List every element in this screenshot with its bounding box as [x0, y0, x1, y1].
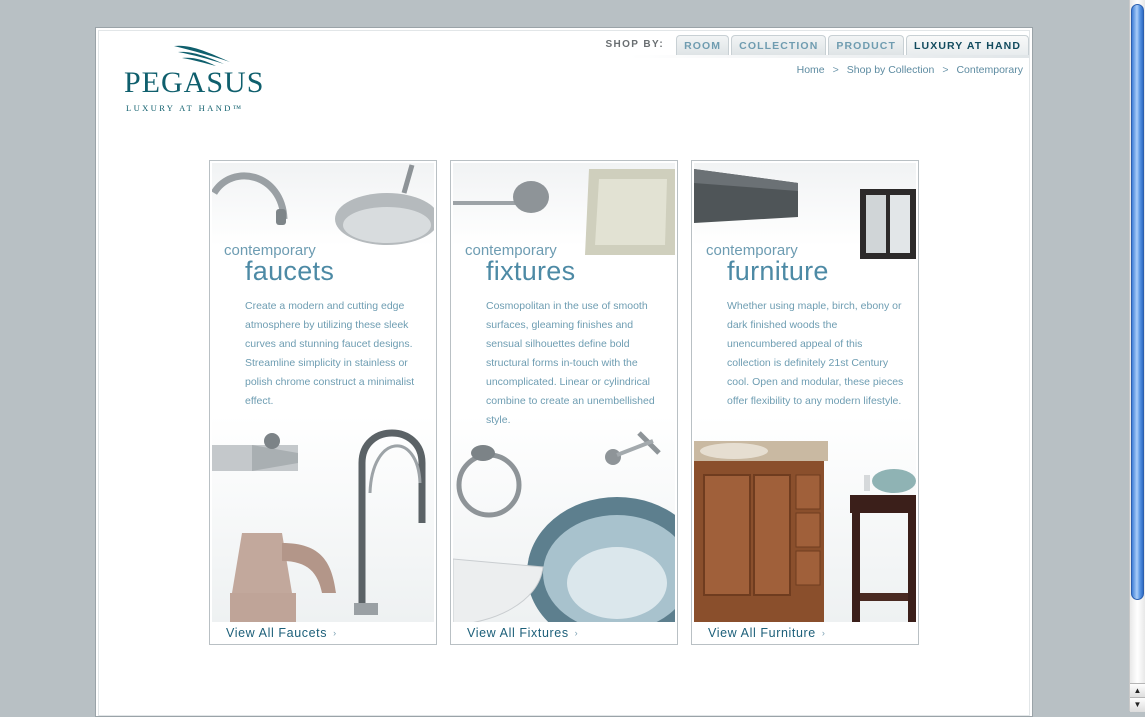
card-title: fixtures	[486, 256, 576, 286]
nav-divider	[629, 55, 1029, 58]
view-all-fixtures-link[interactable]: View All Fixtures ›	[457, 622, 647, 644]
card-image-area: contemporary furniture Whether using map…	[694, 163, 916, 622]
wing-icon	[174, 45, 230, 66]
scrollbar-thumb[interactable]	[1131, 4, 1144, 600]
card-title: furniture	[727, 256, 829, 286]
view-all-furniture-link[interactable]: View All Furniture ›	[698, 622, 888, 644]
tab-collection[interactable]: COLLECTION	[731, 35, 827, 55]
brand-name: PEGASUS	[124, 66, 265, 99]
view-all-faucets-link[interactable]: View All Faucets ›	[216, 622, 406, 644]
breadcrumb: Home > Shop by Collection > Contemporary	[797, 64, 1023, 76]
tab-luxury-at-hand[interactable]: LUXURY AT HAND	[906, 35, 1029, 55]
tab-product[interactable]: PRODUCT	[828, 35, 905, 55]
card-fixtures: contemporary fixtures Cosmopolitan in th…	[450, 160, 678, 645]
chevron-right-icon: ›	[821, 628, 826, 638]
breadcrumb-shop-by-collection[interactable]: Shop by Collection	[847, 64, 935, 76]
card-faucets: contemporary faucets Create a modern and…	[209, 160, 437, 645]
card-description: Cosmopolitan in the use of smooth surfac…	[486, 300, 655, 426]
card-description: Whether using maple, birch, ebony or dar…	[727, 300, 904, 407]
pegasus-logo[interactable]: PEGASUS LUXURY AT HAND™	[124, 42, 294, 113]
tab-room[interactable]: ROOM	[676, 35, 730, 55]
scroll-down-arrow-icon[interactable]: ▼	[1130, 697, 1145, 712]
breadcrumb-separator: >	[942, 64, 949, 76]
scroll-up-arrow-icon[interactable]: ▲	[1130, 683, 1145, 698]
brand-tagline: LUXURY AT HAND™	[126, 103, 244, 113]
card-furniture: contemporary furniture Whether using map…	[691, 160, 919, 645]
card-image-area: contemporary faucets Create a modern and…	[212, 163, 434, 622]
page-container: PEGASUS LUXURY AT HAND™ SHOP BY: ROOM CO…	[95, 27, 1033, 717]
chevron-right-icon: ›	[574, 628, 579, 638]
card-description: Create a modern and cutting edge atmosph…	[245, 300, 415, 407]
card-title: faucets	[245, 256, 335, 286]
shop-by-label: SHOP BY:	[605, 39, 665, 50]
card-image-area: contemporary fixtures Cosmopolitan in th…	[453, 163, 675, 622]
shop-by-nav: SHOP BY: ROOM COLLECTION PRODUCT LUXURY …	[605, 33, 1029, 55]
vertical-scrollbar[interactable]: ▲ ▼	[1129, 0, 1145, 712]
link-label: View All Faucets	[226, 626, 328, 640]
chevron-right-icon: ›	[333, 628, 337, 638]
link-label: View All Furniture	[708, 626, 816, 640]
link-label: View All Fixtures	[467, 626, 569, 640]
breadcrumb-home[interactable]: Home	[797, 64, 825, 76]
breadcrumb-contemporary[interactable]: Contemporary	[956, 64, 1023, 76]
breadcrumb-separator: >	[832, 64, 839, 76]
